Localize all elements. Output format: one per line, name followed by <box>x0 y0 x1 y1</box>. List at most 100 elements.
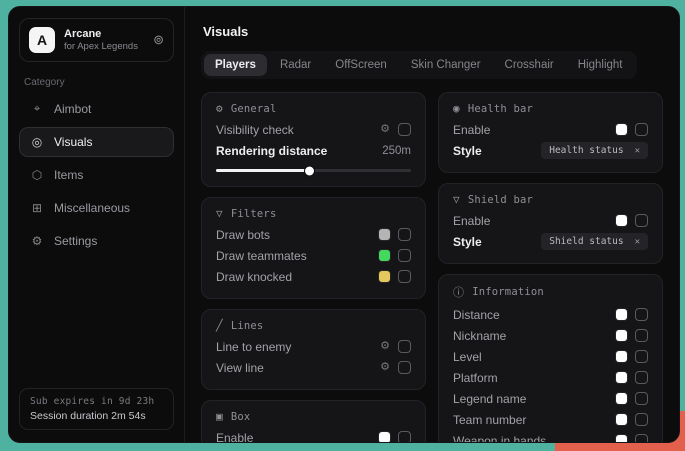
eye-scan-icon: ◎ <box>30 135 44 149</box>
card-title: Lines <box>231 320 264 332</box>
color-swatch[interactable] <box>616 309 627 320</box>
tab-players[interactable]: Players <box>204 54 267 76</box>
color-swatch[interactable] <box>616 414 627 425</box>
distance-row: Distance <box>453 304 648 325</box>
platform-row: Platform <box>453 367 648 388</box>
sub-expires-text: Sub expires in 9d 23h <box>30 396 163 407</box>
health-enable-checkbox[interactable] <box>635 123 648 136</box>
box-enable-checkbox[interactable] <box>398 431 411 442</box>
slider-thumb[interactable] <box>305 166 314 175</box>
shield-enable-checkbox[interactable] <box>635 214 648 227</box>
draw-knocked-checkbox[interactable] <box>398 270 411 283</box>
color-swatch[interactable] <box>616 435 627 442</box>
health-style-chip[interactable]: Health status ✕ <box>541 142 648 159</box>
draw-bots-row: Draw bots <box>216 224 411 245</box>
sidebar-item-label: Miscellaneous <box>54 201 130 215</box>
legend-name-checkbox[interactable] <box>635 392 648 405</box>
line-to-enemy-checkbox[interactable] <box>398 340 411 353</box>
card-title: Health bar <box>468 103 533 115</box>
view-line-checkbox[interactable] <box>398 361 411 374</box>
tab-crosshair[interactable]: Crosshair <box>494 54 565 76</box>
sidebar-item-settings[interactable]: ⚙ Settings <box>19 226 174 256</box>
draw-bots-checkbox[interactable] <box>398 228 411 241</box>
color-swatch[interactable] <box>379 271 390 282</box>
health-enable-row: Enable <box>453 119 648 140</box>
app-settings-icon[interactable]: ⊚ <box>153 32 164 48</box>
sidebar-item-label: Items <box>54 168 83 182</box>
filters-card: ▽ Filters Draw bots Draw teammates <box>201 197 426 299</box>
remove-icon[interactable]: ✕ <box>635 146 640 156</box>
row-label: Line to enemy <box>216 340 380 354</box>
row-label: Style <box>453 144 541 158</box>
nickname-checkbox[interactable] <box>635 329 648 342</box>
app-subtitle: for Apex Legends <box>64 41 138 52</box>
visibility-check-row: Visibility check ⚙ <box>216 119 411 140</box>
main-content: Visuals Players Radar OffScreen Skin Cha… <box>185 7 679 442</box>
app-window: A Arcane for Apex Legends ⊚ Category ⌖ A… <box>8 6 680 443</box>
card-title: Information <box>472 286 544 298</box>
weapon-in-hands-row: Weapon in hands <box>453 430 648 442</box>
tab-highlight[interactable]: Highlight <box>567 54 634 76</box>
card-title: General <box>231 103 277 115</box>
row-label: Visibility check <box>216 123 380 137</box>
line-to-enemy-settings-icon[interactable]: ⚙ <box>380 341 390 352</box>
row-label: Enable <box>216 431 379 443</box>
tab-radar[interactable]: Radar <box>269 54 322 76</box>
app-logo: A <box>29 27 55 53</box>
tab-offscreen[interactable]: OffScreen <box>324 54 398 76</box>
draw-teammates-checkbox[interactable] <box>398 249 411 262</box>
color-swatch[interactable] <box>616 393 627 404</box>
level-row: Level <box>453 346 648 367</box>
remove-icon[interactable]: ✕ <box>635 237 640 247</box>
general-card: ⚙ General Visibility check ⚙ Rendering d… <box>201 92 426 187</box>
platform-checkbox[interactable] <box>635 371 648 384</box>
right-column: ◉ Health bar Enable Style Health stat <box>438 92 663 442</box>
box-enable-row: Enable <box>216 427 411 442</box>
color-swatch[interactable] <box>379 250 390 261</box>
category-label: Category <box>24 77 169 88</box>
visibility-check-checkbox[interactable] <box>398 123 411 136</box>
row-label: Distance <box>453 308 616 322</box>
visibility-settings-icon[interactable]: ⚙ <box>380 124 390 135</box>
sidebar-item-miscellaneous[interactable]: ⊞ Miscellaneous <box>19 193 174 223</box>
color-swatch[interactable] <box>616 351 627 362</box>
card-title: Box <box>231 411 251 423</box>
team-number-row: Team number <box>453 409 648 430</box>
color-swatch[interactable] <box>379 432 390 442</box>
legend-name-row: Legend name <box>453 388 648 409</box>
shield-bar-card: ▽ Shield bar Enable Style Shield stat <box>438 183 663 264</box>
row-label: View line <box>216 361 380 375</box>
shield-style-chip[interactable]: Shield status ✕ <box>541 233 648 250</box>
row-label: Team number <box>453 413 616 427</box>
info-icon: ⓘ <box>453 284 464 300</box>
health-style-row: Style Health status ✕ <box>453 140 648 161</box>
color-swatch[interactable] <box>379 229 390 240</box>
sidebar-item-aimbot[interactable]: ⌖ Aimbot <box>19 93 174 124</box>
level-checkbox[interactable] <box>635 350 648 363</box>
visuals-tabbar: Players Radar OffScreen Skin Changer Cro… <box>201 51 637 79</box>
shield-icon: ▽ <box>453 193 460 206</box>
row-label: Platform <box>453 371 616 385</box>
color-swatch[interactable] <box>616 372 627 383</box>
row-label: Enable <box>453 214 616 228</box>
cube-icon: ⬡ <box>30 168 44 182</box>
health-bar-card: ◉ Health bar Enable Style Health stat <box>438 92 663 173</box>
shield-style-row: Style Shield status ✕ <box>453 231 648 252</box>
sidebar-item-items[interactable]: ⬡ Items <box>19 160 174 190</box>
health-icon: ◉ <box>453 102 460 115</box>
distance-checkbox[interactable] <box>635 308 648 321</box>
shield-enable-row: Enable <box>453 210 648 231</box>
color-swatch[interactable] <box>616 330 627 341</box>
color-swatch[interactable] <box>616 215 627 226</box>
color-swatch[interactable] <box>616 124 627 135</box>
tab-skin-changer[interactable]: Skin Changer <box>400 54 492 76</box>
box-icon: ▣ <box>216 410 223 423</box>
weapon-in-hands-checkbox[interactable] <box>635 434 648 442</box>
general-icon: ⚙ <box>216 102 223 115</box>
diagonal-line-icon: ╱ <box>216 319 223 332</box>
rendering-distance-slider[interactable] <box>216 169 411 172</box>
team-number-checkbox[interactable] <box>635 413 648 426</box>
row-label: Draw teammates <box>216 249 379 263</box>
sidebar-item-visuals[interactable]: ◎ Visuals <box>19 127 174 157</box>
view-line-settings-icon[interactable]: ⚙ <box>380 362 390 373</box>
